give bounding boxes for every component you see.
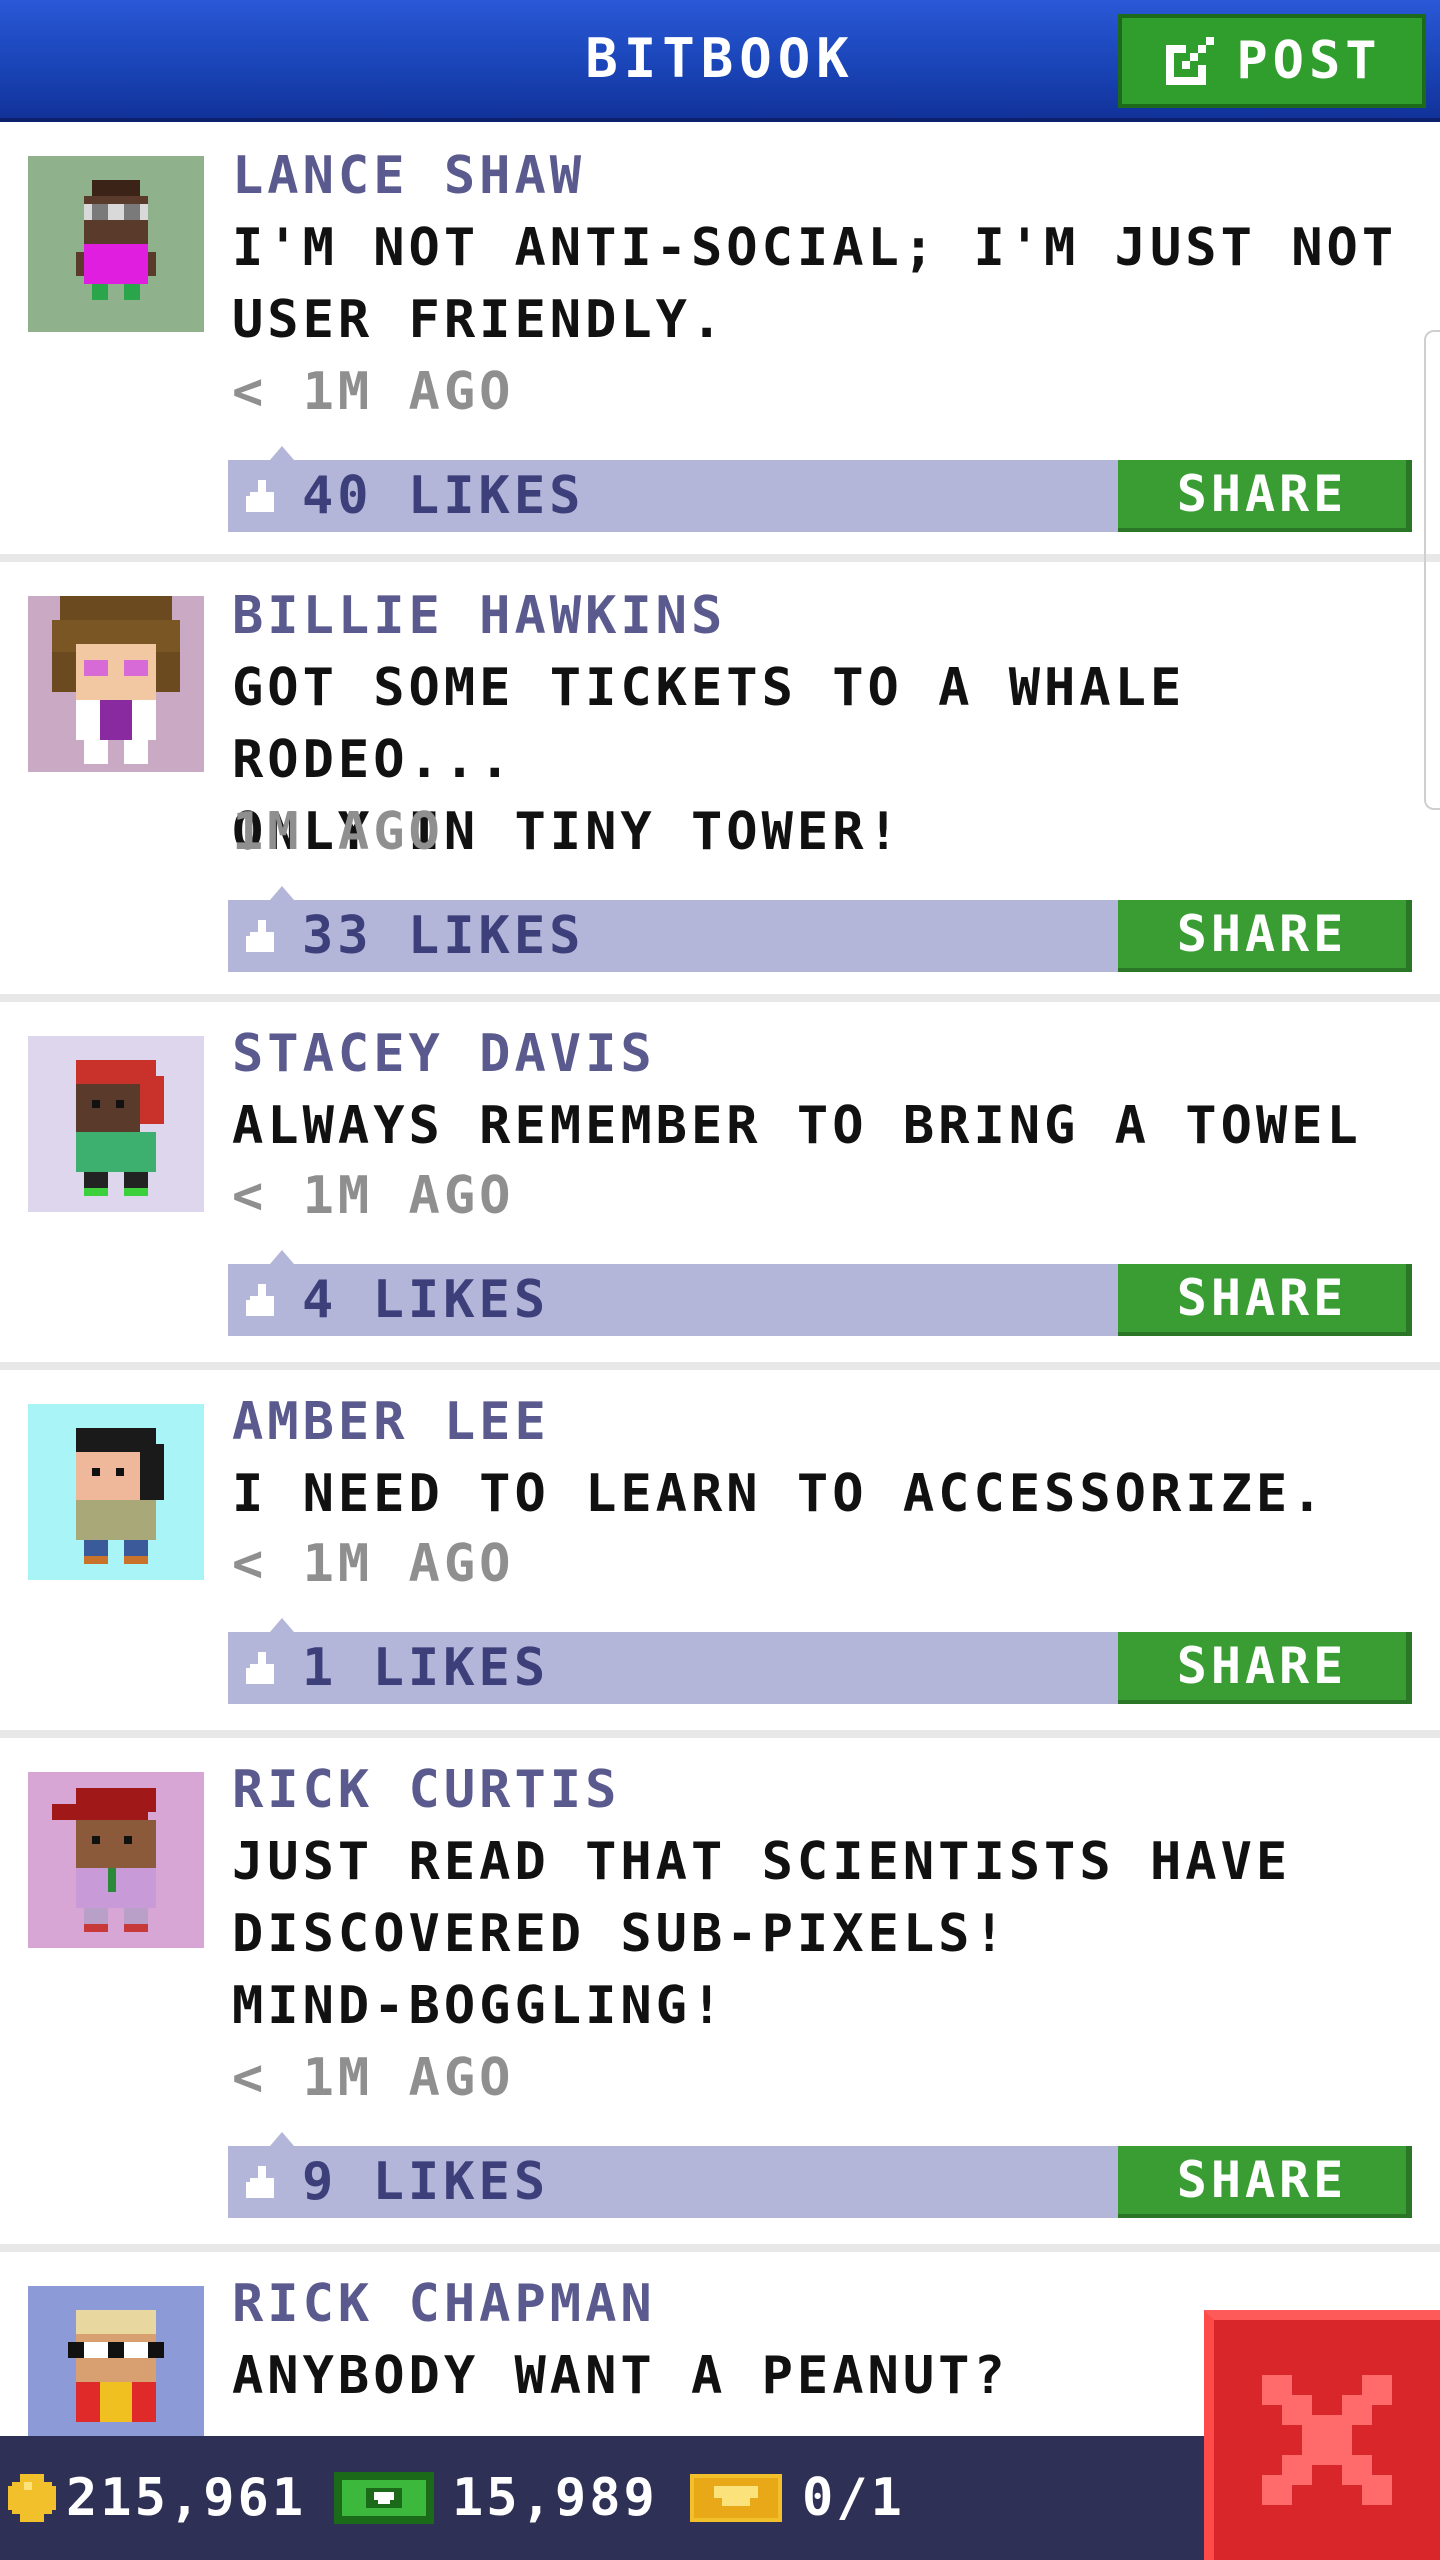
ticket-count: 0/1 (802, 2468, 905, 2528)
post-time: < 1M AGO (232, 2048, 515, 2108)
coin-count: 215,961 (66, 2468, 307, 2528)
ticket-counter: 0/1 (690, 2436, 905, 2560)
share-button[interactable]: SHARE (1118, 460, 1412, 532)
feed-post: LANCE SHAW I'M NOT ANTI-SOCIAL; I'M JUST… (0, 122, 1440, 562)
post-message: JUST READ THAT SCIENTISTS HAVE DISCOVERE… (232, 1832, 1292, 2036)
avatar[interactable] (28, 1404, 204, 1580)
thumbs-up-icon[interactable] (242, 1280, 282, 1320)
post-button-label: POST (1236, 31, 1382, 91)
bux-count: 15,989 (452, 2468, 658, 2528)
feed-post: STACEY DAVIS ALWAYS REMEMBER TO BRING A … (0, 1002, 1440, 1370)
post-time: < 1M AGO (232, 1166, 515, 1226)
feed-post: AMBER LEE I NEED TO LEARN TO ACCESSORIZE… (0, 1370, 1440, 1738)
avatar[interactable] (28, 1036, 204, 1212)
share-button[interactable]: SHARE (1118, 2146, 1412, 2218)
post-message: I'M NOT ANTI-SOCIAL; I'M JUST NOT USER F… (232, 218, 1398, 350)
post-author[interactable]: LANCE SHAW (232, 144, 585, 208)
post-time: < 1M AGO (232, 1534, 515, 1594)
feed-list[interactable]: LANCE SHAW I'M NOT ANTI-SOCIAL; I'M JUST… (0, 122, 1440, 2552)
avatar[interactable] (28, 596, 204, 772)
likes-bar: 1 LIKES SHARE (228, 1618, 1412, 1704)
post-message: ALWAYS REMEMBER TO BRING A TOWEL (232, 1096, 1362, 1156)
post-author[interactable]: BILLIE HAWKINS (232, 584, 726, 648)
feed-post: BILLIE HAWKINS GOT SOME TICKETS TO A WHA… (0, 562, 1440, 1002)
close-button[interactable] (1204, 2310, 1440, 2560)
coin-counter: 215,961 (4, 2436, 306, 2560)
bux-counter: 15,989 (334, 2436, 658, 2560)
post-message: I NEED TO LEARN TO ACCESSORIZE. (232, 1464, 1327, 1524)
avatar[interactable] (28, 1772, 204, 1948)
post-time: < 1M AGO (232, 362, 515, 422)
likes-count: 9 LIKES (302, 2152, 550, 2212)
post-author[interactable]: AMBER LEE (232, 1390, 550, 1454)
likes-bar: 4 LIKES SHARE (228, 1250, 1412, 1336)
likes-count: 4 LIKES (302, 1270, 550, 1330)
thumbs-up-icon[interactable] (242, 2162, 282, 2202)
bux-icon (334, 2468, 434, 2528)
thumbs-up-icon[interactable] (242, 916, 282, 956)
likes-bar: 9 LIKES SHARE (228, 2132, 1412, 2218)
post-author[interactable]: RICK CURTIS (232, 1758, 620, 1822)
top-header: BITBOOK POST (0, 0, 1440, 122)
share-button[interactable]: SHARE (1118, 900, 1412, 972)
likes-bar: 40 LIKES SHARE (228, 446, 1412, 532)
share-button[interactable]: SHARE (1118, 1632, 1412, 1704)
close-icon (1252, 2365, 1402, 2515)
post-button[interactable]: POST (1118, 14, 1426, 108)
thumbs-up-icon[interactable] (242, 1648, 282, 1688)
share-button[interactable]: SHARE (1118, 1264, 1412, 1336)
likes-count: 33 LIKES (302, 906, 585, 966)
likes-count: 1 LIKES (302, 1638, 550, 1698)
edit-icon (1162, 33, 1218, 89)
coin-icon (4, 2470, 60, 2526)
likes-count: 40 LIKES (302, 466, 585, 526)
likes-bar: 33 LIKES SHARE (228, 886, 1412, 972)
thumbs-up-icon[interactable] (242, 476, 282, 516)
feed-post: RICK CURTIS JUST READ THAT SCIENTISTS HA… (0, 1738, 1440, 2252)
post-author[interactable]: RICK CHAPMAN (232, 2272, 656, 2336)
post-author[interactable]: STACEY DAVIS (232, 1022, 656, 1086)
post-time: 1M AGO (232, 802, 444, 862)
ticket-icon (690, 2470, 782, 2526)
scroll-indicator[interactable] (1424, 330, 1440, 810)
avatar[interactable] (28, 156, 204, 332)
